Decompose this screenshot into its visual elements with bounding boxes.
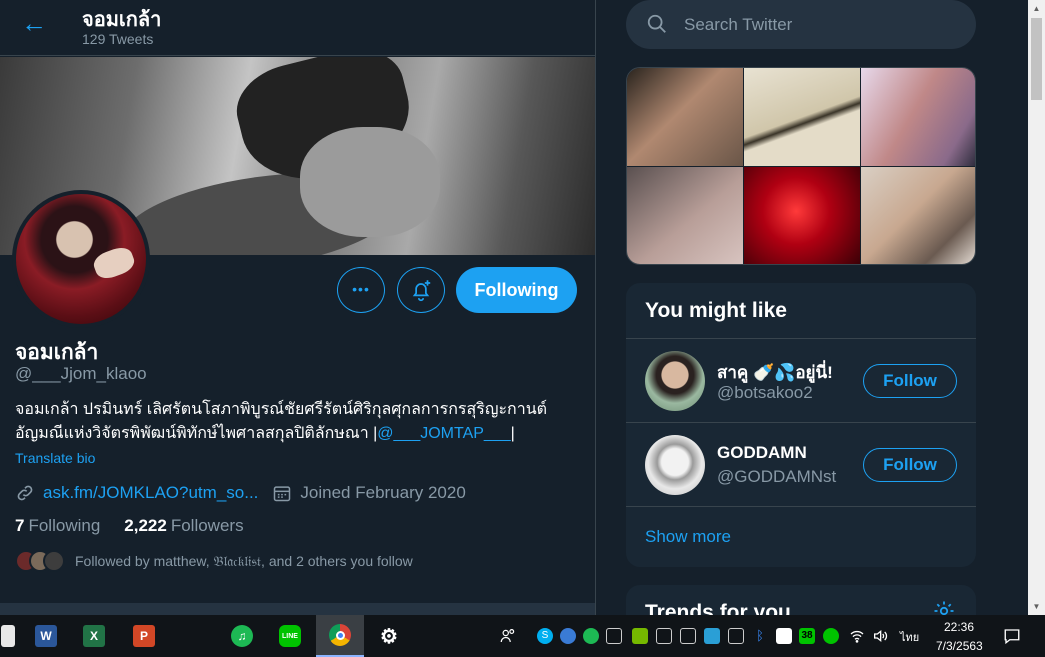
who-to-follow-card: You might like สาคู 🍼💦อยู่นี่! @botsakoo… bbox=[626, 283, 976, 567]
profile-column: ← จอมเกล้า 129 Tweets ••• Following จอมเ… bbox=[0, 0, 596, 615]
who-to-follow-title: You might like bbox=[645, 299, 787, 322]
followers-label: Followers bbox=[170, 516, 244, 535]
word-icon: W bbox=[35, 625, 57, 647]
media-thumbnail[interactable] bbox=[744, 68, 860, 166]
follow-button[interactable]: Follow bbox=[863, 448, 957, 482]
following-count: 7 bbox=[15, 516, 25, 535]
nvidia-icon[interactable] bbox=[632, 628, 648, 644]
translate-bio-link[interactable]: Translate bio bbox=[15, 450, 95, 466]
scroll-up-arrow-icon[interactable]: ▲ bbox=[1028, 0, 1045, 17]
media-thumbnail[interactable] bbox=[861, 68, 975, 166]
search-icon bbox=[647, 14, 666, 33]
followers-stat-link[interactable]: 2,222 Followers bbox=[124, 516, 243, 536]
wifi-icon[interactable] bbox=[849, 628, 865, 644]
spotify-tray-icon[interactable] bbox=[583, 628, 599, 644]
line-badge-icon[interactable]: 38 bbox=[799, 628, 815, 644]
media-grid bbox=[626, 67, 976, 265]
media-thumbnail[interactable] bbox=[861, 167, 975, 264]
clock-time[interactable]: 22:36 bbox=[944, 620, 974, 634]
following-stat-link[interactable]: 7 Following bbox=[15, 516, 100, 536]
media-thumbnail[interactable] bbox=[627, 167, 743, 264]
followers-count: 2,222 bbox=[124, 516, 167, 535]
settings-gear-icon: ⚙ bbox=[380, 625, 398, 648]
profile-header-bar: ← จอมเกล้า 129 Tweets bbox=[0, 0, 595, 56]
suggested-user-handle: @botsakoo2 bbox=[717, 383, 813, 402]
taskbar-app-word[interactable]: W bbox=[22, 615, 70, 657]
search-input[interactable] bbox=[684, 13, 954, 37]
app-tray-icon[interactable] bbox=[606, 628, 622, 644]
follower-avatar bbox=[43, 550, 65, 572]
skype-icon[interactable]: S bbox=[537, 628, 553, 644]
notification-center-icon[interactable] bbox=[1003, 627, 1021, 645]
media-thumbnail[interactable] bbox=[627, 68, 743, 166]
joined-date: Joined February 2020 bbox=[300, 483, 466, 502]
profile-handle: @___Jjom_klaoo bbox=[15, 364, 147, 383]
link-icon bbox=[17, 485, 33, 501]
scrollbar-thumb[interactable] bbox=[1031, 18, 1042, 100]
suggested-user-row[interactable]: สาคู 🍼💦อยู่นี่! @botsakoo2 Follow bbox=[626, 338, 976, 422]
volume-icon[interactable] bbox=[872, 628, 888, 644]
taskbar-app-powerpoint[interactable]: P bbox=[120, 615, 168, 657]
line-tray-icon[interactable] bbox=[823, 628, 839, 644]
profile-website-link[interactable]: ask.fm/JOMKLAO?utm_so... bbox=[43, 483, 258, 503]
powerpoint-icon: P bbox=[133, 625, 155, 647]
tweet-count: 129 Tweets bbox=[82, 31, 154, 47]
following-label: Following bbox=[28, 516, 101, 535]
following-button[interactable]: Following bbox=[456, 267, 577, 313]
media-thumbnail[interactable] bbox=[744, 167, 860, 264]
calendar-icon bbox=[274, 486, 291, 502]
profile-avatar[interactable] bbox=[12, 190, 150, 328]
app-tray-icon[interactable] bbox=[560, 628, 576, 644]
taskbar-app-settings[interactable]: ⚙ bbox=[365, 615, 413, 657]
taskbar-app-excel[interactable]: X bbox=[70, 615, 118, 657]
suggested-user-name[interactable]: GODDAMN bbox=[717, 443, 807, 463]
chrome-icon bbox=[329, 624, 351, 646]
bell-plus-icon bbox=[412, 280, 431, 302]
follow-stats: 7 Following 2,222 Followers bbox=[15, 516, 244, 536]
suggested-user-row[interactable]: GODDAMN @GODDAMNst Follow bbox=[626, 422, 976, 506]
clock-date[interactable]: 7/3/2563 bbox=[936, 639, 983, 653]
suggested-user-name[interactable]: สาคู 🍼💦อยู่นี่! bbox=[717, 359, 833, 386]
line-icon: LINE bbox=[279, 625, 301, 647]
shield-icon[interactable] bbox=[776, 628, 792, 644]
spotify-icon: ♫ bbox=[231, 625, 253, 647]
app-tray-icon[interactable] bbox=[656, 628, 672, 644]
back-arrow-icon[interactable]: ← bbox=[14, 8, 54, 40]
section-divider bbox=[0, 603, 595, 615]
more-options-button[interactable]: ••• bbox=[337, 267, 385, 313]
show-more-link[interactable]: Show more bbox=[645, 527, 731, 547]
scroll-down-arrow-icon[interactable]: ▼ bbox=[1028, 598, 1045, 615]
bio-suffix: | bbox=[510, 425, 515, 442]
app-icon bbox=[1, 625, 15, 647]
card-divider bbox=[626, 506, 976, 507]
bluetooth-icon[interactable]: ᛒ bbox=[752, 628, 768, 644]
taskbar-app-chrome[interactable] bbox=[316, 615, 364, 657]
followed-by-text: Followed by matthew, 𝔅𝔩𝔞𝔠𝔨𝔩𝔦𝔰𝔱, and 2 ot… bbox=[75, 552, 413, 569]
avatar[interactable] bbox=[645, 435, 705, 495]
notifications-bell-button[interactable] bbox=[397, 267, 445, 313]
battery-icon[interactable] bbox=[728, 628, 744, 644]
follow-button[interactable]: Follow bbox=[863, 364, 957, 398]
scrollbar[interactable]: ▲ ▼ bbox=[1028, 0, 1045, 615]
people-icon[interactable] bbox=[499, 627, 517, 645]
bio-mention-link[interactable]: @___JOMTAP___ bbox=[377, 425, 510, 442]
windows-taskbar: W X P ♫ LINE ⚙ S ᛒ 38 ไทย 22:36 7/3/2563 bbox=[0, 615, 1045, 657]
search-bar[interactable] bbox=[626, 0, 976, 49]
profile-meta: ask.fm/JOMKLAO?utm_so... Joined February… bbox=[15, 481, 466, 505]
taskbar-app-line[interactable]: LINE bbox=[266, 615, 314, 657]
avatar[interactable] bbox=[645, 351, 705, 411]
followed-by-row[interactable]: Followed by matthew, 𝔅𝔩𝔞𝔠𝔨𝔩𝔦𝔰𝔱, and 2 ot… bbox=[15, 549, 413, 573]
app-tray-icon[interactable] bbox=[680, 628, 696, 644]
suggested-user-handle: @GODDAMNst bbox=[717, 467, 837, 486]
profile-bio: จอมเกล้า ปรมินทร์ เลิศรัตนโสภาพิบูรณ์ชัย… bbox=[15, 398, 585, 446]
excel-icon: X bbox=[83, 625, 105, 647]
taskbar-app-spotify[interactable]: ♫ bbox=[218, 615, 266, 657]
input-language[interactable]: ไทย bbox=[900, 628, 919, 646]
app-tray-icon[interactable] bbox=[704, 628, 720, 644]
